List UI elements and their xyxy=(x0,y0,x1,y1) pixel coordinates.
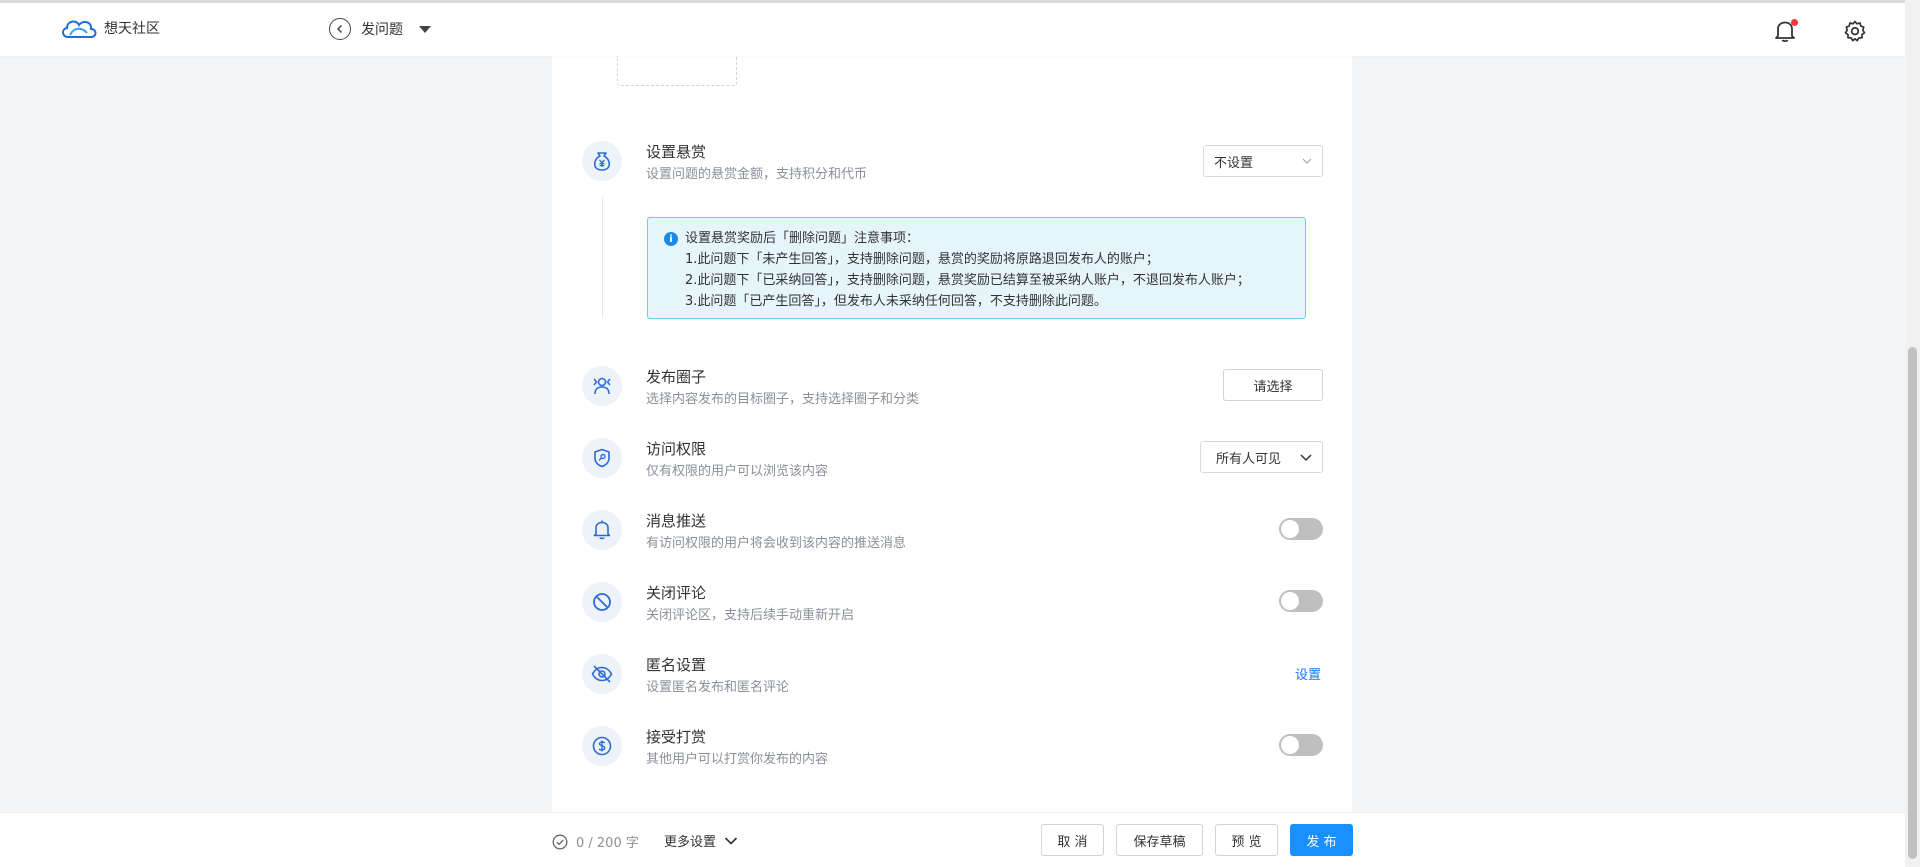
caret-down-icon[interactable] xyxy=(419,25,431,33)
notice-title: 设置悬赏奖励后「删除问题」注意事项： xyxy=(685,231,920,246)
chevron-down-icon xyxy=(1300,454,1312,462)
settings-button[interactable] xyxy=(1843,19,1867,43)
notice-line: 1.此问题下「未产生回答」，支持删除问题，悬赏的奖励将原路退回发布人的账户； xyxy=(685,252,1159,267)
preview-button[interactable]: 预 览 xyxy=(1215,824,1278,856)
bottom-action-bar: 0 / 200 字 更多设置 取 消 保存草稿 预 览 发 布 xyxy=(0,812,1905,867)
push-desc: 有访问权限的用户将会收到该内容的推送消息 xyxy=(646,536,907,551)
dollar-coin-icon xyxy=(592,736,612,756)
publish-button[interactable]: 发 布 xyxy=(1290,824,1353,856)
circle-desc: 选择内容发布的目标圈子，支持选择圈子和分类 xyxy=(646,392,920,407)
back-button[interactable] xyxy=(329,18,351,40)
back-title-area[interactable]: 发问题 xyxy=(329,18,431,40)
bell-icon xyxy=(593,520,611,540)
shield-key-icon xyxy=(594,448,610,468)
reward-amount-select[interactable]: 不设置 xyxy=(1203,145,1323,177)
push-title: 消息推送 xyxy=(646,512,707,530)
reward-desc: 设置问题的悬赏金额，支持积分和代币 xyxy=(646,167,868,182)
close-comments-toggle[interactable] xyxy=(1279,590,1323,612)
anonymous-title: 匿名设置 xyxy=(646,656,707,674)
notice-line: 3.此问题「已产生回答」，但发布人未采纳任何回答，不支持删除此问题。 xyxy=(685,294,1107,309)
more-settings-toggle[interactable]: 更多设置 xyxy=(664,831,738,850)
tipping-desc: 其他用户可以打赏你发布的内容 xyxy=(646,752,829,767)
tipping-icon-wrap xyxy=(582,726,622,766)
comments-title: 关闭评论 xyxy=(646,584,707,602)
chevron-down-icon xyxy=(724,836,738,845)
notice-line: 2.此问题下「已采纳回答」，支持删除问题，悬赏奖励已结算至被采纳人账户，不退回发… xyxy=(685,273,1250,288)
tipping-row: 接受打赏 其他用户可以打赏你发布的内容 xyxy=(582,726,1322,770)
access-desc: 仅有权限的用户可以浏览该内容 xyxy=(646,464,829,479)
divider-line xyxy=(602,197,603,318)
page-title: 发问题 xyxy=(361,22,403,38)
comments-row: 关闭评论 关闭评论区，支持后续手动重新开启 xyxy=(582,582,1322,626)
cloud-logo-icon xyxy=(62,20,97,38)
circle-row: 发布圈子 选择内容发布的目标圈子，支持选择圈子和分类 xyxy=(582,366,1322,410)
reward-select-value: 不设置 xyxy=(1214,155,1254,171)
circle-title: 发布圈子 xyxy=(646,368,707,386)
tipping-title: 接受打赏 xyxy=(646,728,707,746)
notification-button[interactable] xyxy=(1774,19,1798,43)
comments-desc: 关闭评论区，支持后续手动重新开启 xyxy=(646,608,855,623)
anonymous-row: 匿名设置 设置匿名发布和匿名评论 xyxy=(582,654,1322,698)
anonymous-icon-wrap xyxy=(582,654,622,694)
logo[interactable]: 想天社区 xyxy=(60,15,160,41)
logo-text: 想天社区 xyxy=(104,21,160,37)
access-title: 访问权限 xyxy=(646,440,707,458)
push-icon-wrap xyxy=(582,510,622,550)
notification-dot xyxy=(1791,19,1798,26)
cancel-button[interactable]: 取 消 xyxy=(1041,824,1104,856)
push-row: 消息推送 有访问权限的用户将会收到该内容的推送消息 xyxy=(582,510,1322,554)
more-settings-label: 更多设置 xyxy=(664,835,717,850)
access-select-value: 所有人可见 xyxy=(1216,451,1282,467)
select-circle-button[interactable]: 请选择 xyxy=(1223,369,1323,401)
chevron-left-icon xyxy=(336,24,343,34)
accept-tipping-toggle[interactable] xyxy=(1279,734,1323,756)
chevron-down-icon xyxy=(1302,158,1312,164)
gear-icon xyxy=(1844,20,1866,42)
group-users-icon xyxy=(593,377,611,395)
circle-icon-wrap xyxy=(582,366,622,406)
money-bag-icon xyxy=(593,152,611,171)
anonymous-desc: 设置匿名发布和匿名评论 xyxy=(646,680,790,695)
reward-icon-wrap xyxy=(582,141,622,181)
top-bar: 想天社区 发问题 xyxy=(0,0,1905,56)
access-icon-wrap xyxy=(582,438,622,478)
scrollbar-thumb[interactable] xyxy=(1908,347,1917,859)
info-icon: i xyxy=(664,232,678,246)
word-count-text: 0 / 200 字 xyxy=(576,836,639,851)
push-toggle[interactable] xyxy=(1279,518,1323,540)
access-permission-select[interactable]: 所有人可见 xyxy=(1200,441,1323,473)
reward-notice: i 设置悬赏奖励后「删除问题」注意事项： 1.此问题下「未产生回答」，支持删除问… xyxy=(647,217,1306,319)
comments-icon-wrap xyxy=(582,582,622,622)
page-scrollbar[interactable] xyxy=(1905,0,1920,867)
check-circle-icon xyxy=(552,834,568,849)
reward-title: 设置悬赏 xyxy=(646,143,707,161)
image-upload-box[interactable] xyxy=(617,56,737,86)
save-draft-button[interactable]: 保存草稿 xyxy=(1116,824,1203,856)
word-count: 0 / 200 字 xyxy=(552,832,639,851)
eye-off-icon xyxy=(591,665,613,683)
ban-icon xyxy=(593,593,611,611)
anonymous-settings-link[interactable]: 设置 xyxy=(1295,664,1321,683)
